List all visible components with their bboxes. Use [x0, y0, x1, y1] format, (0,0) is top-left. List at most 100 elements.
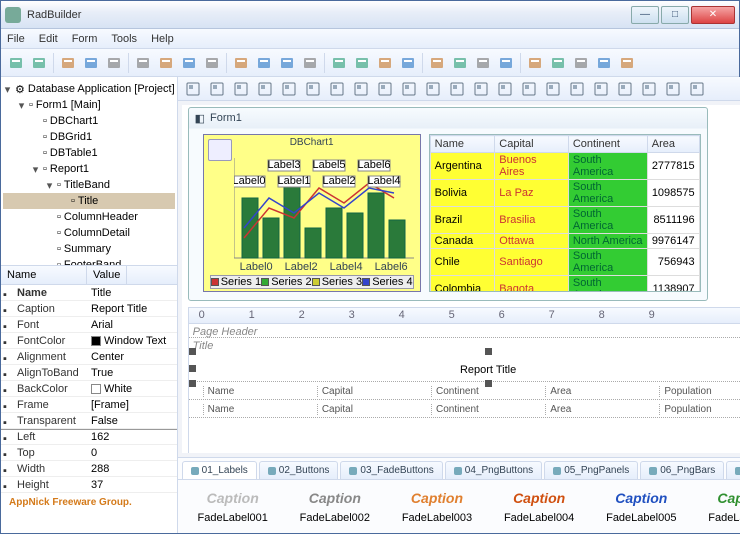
property-row[interactable]: ▪AlignToBandTrue — [1, 365, 177, 381]
designer-toolbar-button[interactable] — [326, 78, 348, 100]
property-row[interactable]: ▪NameTitle — [1, 285, 177, 301]
maximize-button[interactable]: □ — [661, 6, 689, 24]
designer-toolbar-button[interactable] — [254, 78, 276, 100]
designer-toolbar-button[interactable] — [542, 78, 564, 100]
palette-tab[interactable]: 05_PngPanels — [544, 461, 638, 479]
designer-toolbar-button[interactable] — [446, 78, 468, 100]
toolbar-button[interactable] — [328, 52, 350, 74]
toolbar-button[interactable] — [495, 52, 517, 74]
toolbar-button[interactable] — [276, 52, 298, 74]
tree-item[interactable]: ▾▫TitleBand — [3, 177, 175, 193]
tree-item[interactable]: ▫DBTable1 — [3, 145, 175, 161]
minimize-button[interactable]: — — [631, 6, 659, 24]
property-row[interactable]: ▪Width288 — [1, 461, 177, 477]
fade-label-item[interactable]: CaptionFadeLabel004 — [504, 490, 574, 524]
toolbar-button[interactable] — [178, 52, 200, 74]
designer-toolbar-button[interactable] — [422, 78, 444, 100]
report-column[interactable]: Area — [545, 404, 659, 415]
toolbar-button[interactable] — [547, 52, 569, 74]
palette-tab[interactable]: 01_Labels — [182, 461, 257, 479]
tree-item[interactable]: ▾▫Report1 — [3, 161, 175, 177]
dbgrid[interactable]: NameCapitalContinentAreaArgentinaBuenos … — [429, 134, 701, 292]
designer-toolbar-button[interactable] — [374, 78, 396, 100]
toolbar-button[interactable] — [374, 52, 396, 74]
tree-item[interactable]: ▫Summary — [3, 241, 175, 257]
toolbar-button[interactable] — [132, 52, 154, 74]
menu-tools[interactable]: Tools — [111, 33, 137, 45]
project-tree[interactable]: ▾⚙Database Application [Project]▾▫Form1 … — [1, 77, 177, 265]
property-row[interactable]: ▪Top0 — [1, 445, 177, 461]
toolbar-button[interactable] — [472, 52, 494, 74]
designer-toolbar-button[interactable] — [566, 78, 588, 100]
toolbar-button[interactable] — [103, 52, 125, 74]
designer-toolbar-button[interactable] — [686, 78, 708, 100]
report-column[interactable]: Population — [659, 386, 740, 397]
toolbar-button[interactable] — [449, 52, 471, 74]
property-row[interactable]: ▪Left162 — [1, 429, 177, 445]
form-window[interactable]: ◧Form1 DBChart1 0 500 1,000 1,500 — [188, 107, 708, 301]
report-column[interactable]: Continent — [431, 386, 545, 397]
designer-toolbar-button[interactable] — [182, 78, 204, 100]
report-column[interactable]: Area — [545, 386, 659, 397]
dbchart[interactable]: DBChart1 0 500 1,000 1,500 Labe — [203, 134, 421, 292]
property-row[interactable]: ▪CaptionReport Title — [1, 301, 177, 317]
property-row[interactable]: ▪BackColorWhite — [1, 381, 177, 397]
designer-toolbar-button[interactable] — [494, 78, 516, 100]
property-row[interactable]: ▪Height37 — [1, 477, 177, 493]
designer-toolbar-button[interactable] — [638, 78, 660, 100]
property-row[interactable]: ▪FontColorWindow Text — [1, 333, 177, 349]
toolbar-button[interactable] — [570, 52, 592, 74]
palette-tab[interactable]: 02_Buttons — [259, 461, 339, 479]
designer-toolbar-button[interactable] — [590, 78, 612, 100]
toolbar-button[interactable] — [28, 52, 50, 74]
fade-label-item[interactable]: CaptionFadeLabel006 — [708, 490, 740, 524]
toolbar-button[interactable] — [524, 52, 546, 74]
palette-tab[interactable]: 06_PngBars — [640, 461, 724, 479]
tree-item[interactable]: ▫DBChart1 — [3, 113, 175, 129]
designer-toolbar-button[interactable] — [206, 78, 228, 100]
menu-help[interactable]: Help — [151, 33, 174, 45]
designer-toolbar-button[interactable] — [470, 78, 492, 100]
toolbar-button[interactable] — [253, 52, 275, 74]
designer-toolbar-button[interactable] — [230, 78, 252, 100]
fade-label-item[interactable]: CaptionFadeLabel002 — [300, 490, 370, 524]
property-row[interactable]: ▪FontArial — [1, 317, 177, 333]
report-column[interactable]: Name — [203, 386, 317, 397]
chart-tool-icon[interactable] — [208, 139, 232, 161]
designer-toolbar-button[interactable] — [662, 78, 684, 100]
toolbar-button[interactable] — [230, 52, 252, 74]
menu-file[interactable]: File — [7, 33, 25, 45]
tree-item[interactable]: ▫FooterBand — [3, 257, 175, 265]
designer-toolbar-button[interactable] — [302, 78, 324, 100]
tree-item[interactable]: ▫ColumnHeader — [3, 209, 175, 225]
property-row[interactable]: ▪AlignmentCenter — [1, 349, 177, 365]
report-column[interactable]: Population — [659, 404, 740, 415]
designer-toolbar-button[interactable] — [518, 78, 540, 100]
toolbar-button[interactable] — [80, 52, 102, 74]
fade-label-item[interactable]: CaptionFadeLabel001 — [198, 490, 268, 524]
report-column[interactable]: Continent — [431, 404, 545, 415]
report-designer[interactable]: 0123456789 Page Header Title Report Titl… — [188, 307, 740, 453]
fade-label-item[interactable]: CaptionFadeLabel003 — [402, 490, 472, 524]
report-title-element[interactable]: Report Title — [193, 352, 740, 383]
toolbar-button[interactable] — [616, 52, 638, 74]
tree-item[interactable]: ▫DBGrid1 — [3, 129, 175, 145]
property-row[interactable]: ▪Frame[Frame] — [1, 397, 177, 413]
designer-toolbar-button[interactable] — [398, 78, 420, 100]
report-column[interactable]: Capital — [317, 404, 431, 415]
toolbar-button[interactable] — [593, 52, 615, 74]
footer-link[interactable]: AppNick Freeware Group. — [1, 493, 177, 512]
toolbar-button[interactable] — [155, 52, 177, 74]
tree-item[interactable]: ▫ColumnDetail — [3, 225, 175, 241]
designer-toolbar-button[interactable] — [278, 78, 300, 100]
toolbar-button[interactable] — [57, 52, 79, 74]
toolbar-button[interactable] — [5, 52, 27, 74]
fade-label-item[interactable]: CaptionFadeLabel005 — [606, 490, 676, 524]
report-column[interactable]: Capital — [317, 386, 431, 397]
property-row[interactable]: ▪TransparentFalse — [1, 413, 177, 429]
toolbar-button[interactable] — [351, 52, 373, 74]
toolbar-button[interactable] — [397, 52, 419, 74]
close-button[interactable]: ✕ — [691, 6, 735, 24]
toolbar-button[interactable] — [299, 52, 321, 74]
palette-tab[interactable]: 03_FadeButtons — [340, 461, 442, 479]
